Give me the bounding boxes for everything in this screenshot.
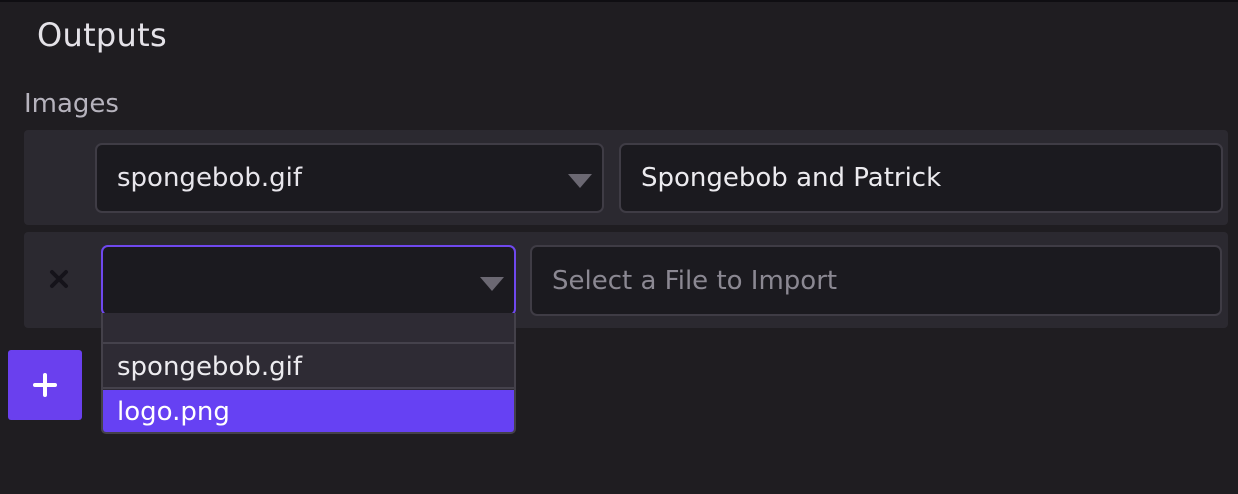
dropdown-option-highlighted[interactable]: logo.png <box>103 390 514 432</box>
image-file-select[interactable]: spongebob.gif <box>95 143 604 213</box>
input-value: Spongebob and Patrick <box>641 163 942 193</box>
remove-row-button[interactable] <box>44 264 74 294</box>
dropdown-option-empty[interactable] <box>103 313 514 344</box>
dropdown-option[interactable]: spongebob.gif <box>103 346 514 389</box>
image-title-input[interactable]: Select a File to Import <box>530 245 1222 316</box>
plus-icon <box>33 373 57 397</box>
input-placeholder: Select a File to Import <box>552 265 838 296</box>
caret-down-icon <box>480 276 504 291</box>
add-image-button[interactable] <box>8 350 82 420</box>
image-file-select[interactable] <box>101 245 516 316</box>
section-title: Outputs <box>37 16 167 54</box>
image-title-input[interactable]: Spongebob and Patrick <box>619 143 1223 213</box>
images-label: Images <box>24 89 119 119</box>
top-border <box>0 0 1238 2</box>
image-row: spongebob.gif Spongebob and Patrick <box>24 130 1228 225</box>
file-select-dropdown: spongebob.gif logo.png <box>101 313 516 434</box>
close-icon <box>50 270 68 288</box>
select-value: spongebob.gif <box>117 163 302 193</box>
caret-down-icon <box>568 174 592 188</box>
